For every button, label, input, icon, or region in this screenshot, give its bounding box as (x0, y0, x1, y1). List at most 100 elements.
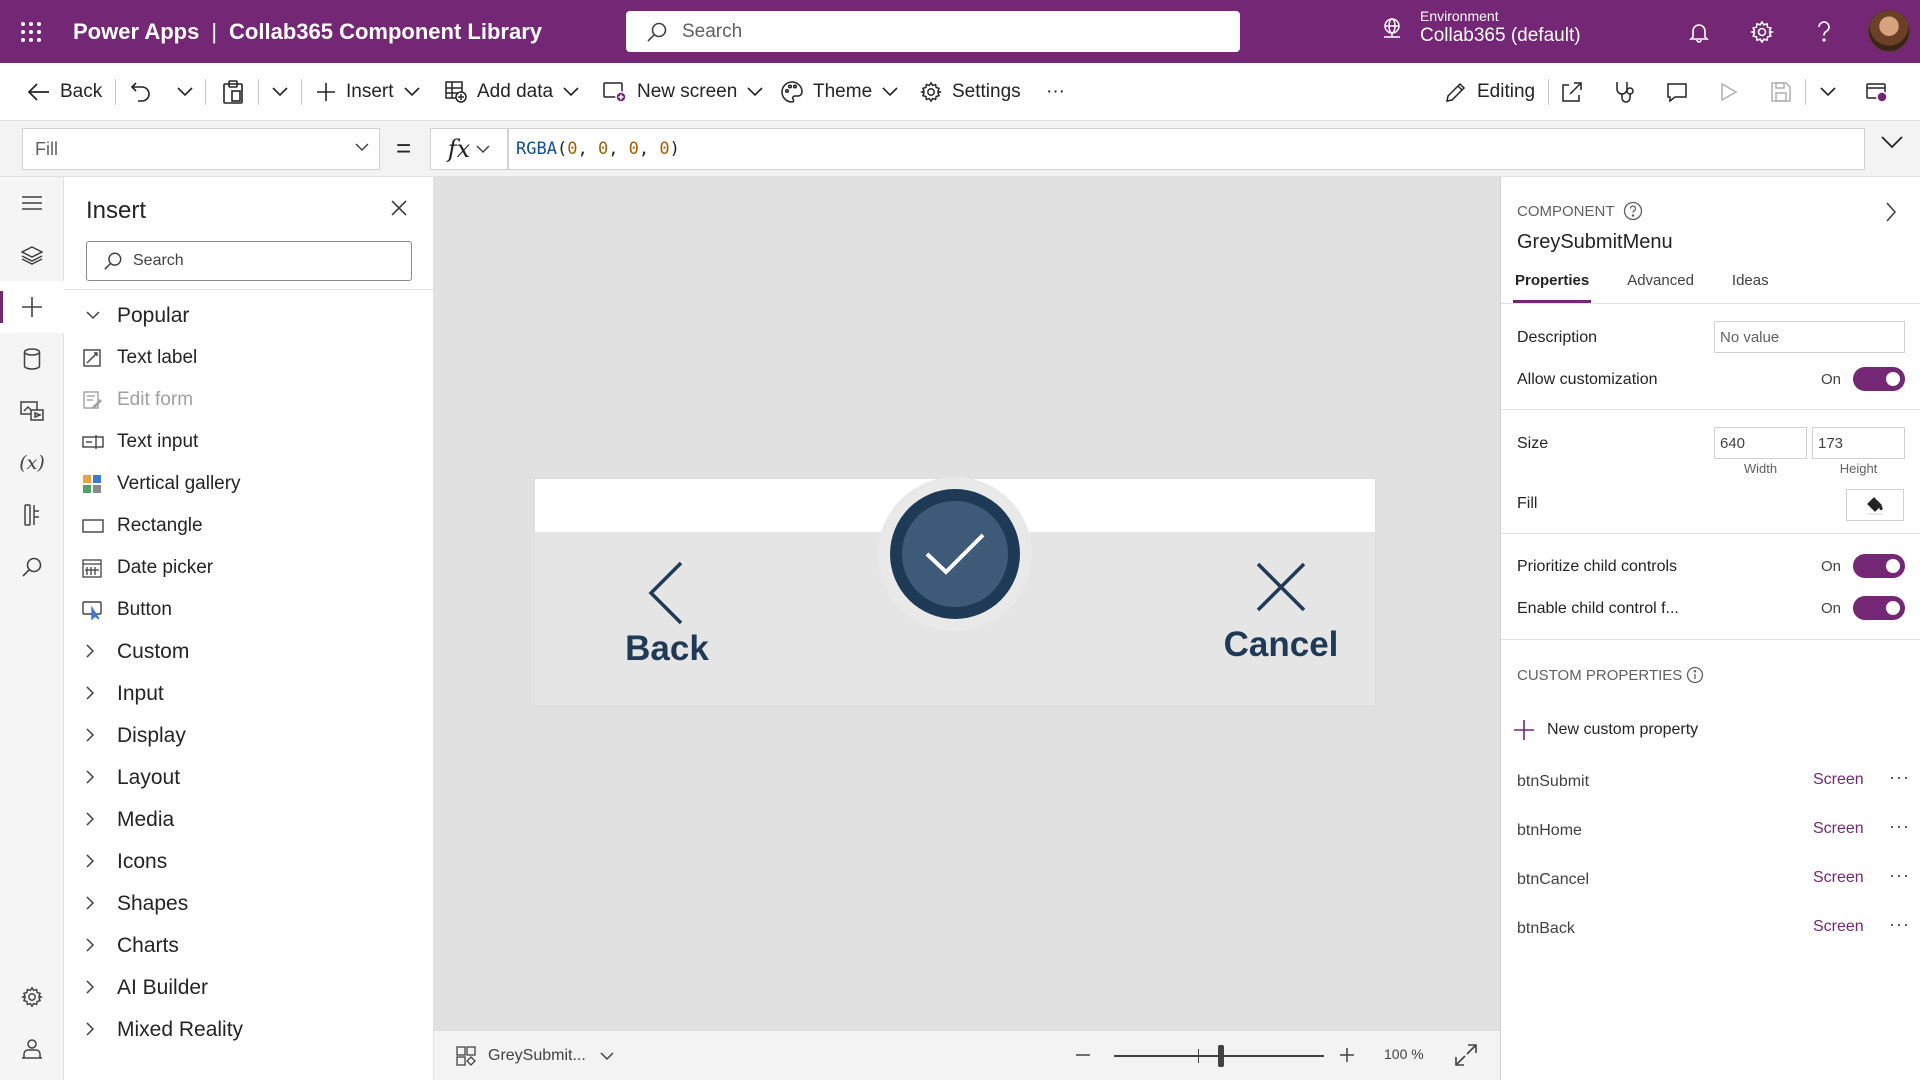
formula-input[interactable]: RGBA(0, 0, 0, 0) (508, 128, 1865, 170)
add-data-button[interactable]: Add data (445, 63, 579, 121)
category-shapes[interactable]: Shapes (64, 883, 434, 925)
component-submit-button[interactable] (890, 489, 1020, 619)
comments-button[interactable] (1666, 63, 1688, 121)
play-button[interactable] (1720, 63, 1738, 121)
bell-icon[interactable] (1683, 16, 1715, 48)
component-cancel-button[interactable]: Cancel (1221, 561, 1341, 665)
custom-property-row[interactable]: btnSubmit Screen ··· (1501, 763, 1920, 803)
custom-property-type[interactable]: Screen (1813, 918, 1864, 936)
insert-item-text-input[interactable]: Text input (64, 421, 434, 463)
insert-button[interactable]: Insert (316, 63, 420, 121)
publish-button[interactable] (1866, 63, 1888, 121)
custom-property-type[interactable]: Screen (1813, 820, 1864, 838)
insert-item-vertical-gallery[interactable]: Vertical gallery (64, 463, 434, 505)
gear-icon[interactable] (1746, 16, 1778, 48)
design-canvas[interactable]: Back Cancel (434, 177, 1500, 1030)
category-charts[interactable]: Charts (64, 925, 434, 967)
fit-to-window-button[interactable] (1454, 1043, 1478, 1067)
more-options-button[interactable]: ··· (1889, 767, 1910, 788)
component-back-button[interactable]: Back (617, 561, 717, 669)
category-input[interactable]: Input (64, 673, 434, 715)
selected-kind-label: COMPONENT (1517, 202, 1615, 220)
category-ai-builder[interactable]: AI Builder (64, 967, 434, 1009)
collapse-pane-button[interactable] (1885, 201, 1897, 223)
tab-ideas[interactable]: Ideas (1730, 267, 1771, 303)
selected-component-name: GreySubmitMenu (1517, 231, 1673, 253)
media-icon[interactable] (0, 385, 64, 437)
zoom-in-button[interactable] (1338, 1045, 1356, 1065)
insert-item-edit-form[interactable]: Edit form (64, 379, 434, 421)
hamburger-icon[interactable] (0, 177, 64, 229)
allow-customization-toggle[interactable] (1853, 367, 1905, 391)
custom-property-type[interactable]: Screen (1813, 869, 1864, 887)
enable-child-toggle[interactable] (1853, 596, 1905, 620)
property-dropdown[interactable]: Fill (22, 128, 380, 170)
layers-icon[interactable] (0, 229, 64, 281)
more-options-button[interactable]: ··· (1889, 865, 1910, 886)
share-button[interactable] (1561, 63, 1583, 121)
zoom-slider-thumb[interactable] (1218, 1045, 1224, 1067)
category-media[interactable]: Media (64, 799, 434, 841)
database-icon[interactable] (0, 333, 64, 385)
back-button[interactable]: Back (28, 63, 102, 121)
height-input[interactable]: 173 (1812, 427, 1905, 459)
tab-properties[interactable]: Properties (1513, 267, 1592, 303)
custom-property-row[interactable]: btnBack Screen ··· (1501, 910, 1920, 950)
insert-item-rectangle[interactable]: Rectangle (64, 505, 434, 547)
save-options-dropdown[interactable] (1820, 63, 1836, 121)
screen-selector[interactable]: GreySubmit... (456, 1031, 614, 1080)
save-button[interactable] (1771, 63, 1791, 121)
category-display[interactable]: Display (64, 715, 434, 757)
more-commands-button[interactable]: ··· (1046, 63, 1065, 121)
variables-icon[interactable]: (x) (0, 437, 64, 489)
width-input[interactable]: 640 (1714, 427, 1807, 459)
app-launcher-icon[interactable] (0, 0, 62, 63)
custom-property-row[interactable]: btnCancel Screen ··· (1501, 861, 1920, 901)
category-custom[interactable]: Custom (64, 631, 434, 673)
tools-icon[interactable] (0, 489, 64, 541)
paste-button[interactable] (222, 63, 244, 121)
more-options-button[interactable]: ··· (1889, 914, 1910, 935)
width-caption: Width (1743, 461, 1778, 476)
expand-formula-button[interactable] (1880, 135, 1904, 149)
info-icon[interactable] (1686, 666, 1704, 684)
theme-button[interactable]: Theme (781, 63, 898, 121)
function-picker[interactable]: fx (430, 128, 508, 170)
search-icon[interactable] (0, 541, 64, 593)
category-icons[interactable]: Icons (64, 841, 434, 883)
category-popular[interactable]: Popular (64, 295, 434, 337)
settings-button[interactable]: Settings (920, 63, 1021, 121)
custom-property-row[interactable]: btnHome Screen ··· (1501, 812, 1920, 852)
avatar[interactable] (1868, 10, 1910, 52)
paste-dropdown[interactable] (272, 63, 288, 121)
editing-button[interactable]: Editing (1445, 63, 1535, 121)
insert-search-input[interactable]: Search (86, 241, 412, 281)
app-checker-button[interactable] (1614, 63, 1636, 121)
new-custom-property-button[interactable]: New custom property (1513, 719, 1698, 741)
help-circle-icon[interactable] (1623, 201, 1643, 221)
category-layout[interactable]: Layout (64, 757, 434, 799)
tab-advanced[interactable]: Advanced (1625, 267, 1696, 303)
plus-icon[interactable] (0, 281, 64, 333)
insert-item-date-picker[interactable]: Date picker (64, 547, 434, 589)
close-icon[interactable] (390, 199, 408, 217)
undo-dropdown[interactable] (177, 63, 193, 121)
custom-property-type[interactable]: Screen (1813, 771, 1864, 789)
prioritize-child-toggle[interactable] (1853, 554, 1905, 578)
settings-icon[interactable] (0, 971, 64, 1023)
insert-item-text-label[interactable]: Text label (64, 337, 434, 379)
environment-picker[interactable]: Environment Collab365 (default) (1380, 8, 1581, 48)
global-search-box[interactable]: Search (626, 11, 1240, 52)
category-mixed-reality[interactable]: Mixed Reality (64, 1009, 434, 1051)
grey-submit-menu-component[interactable]: Back Cancel (535, 477, 1375, 706)
more-options-button[interactable]: ··· (1889, 816, 1910, 837)
insert-item-button[interactable]: Button (64, 589, 434, 631)
virtual-agent-icon[interactable] (0, 1023, 64, 1075)
undo-button[interactable] (130, 63, 152, 121)
app-name[interactable]: Power Apps (73, 19, 199, 45)
new-screen-button[interactable]: New screen (603, 63, 763, 121)
description-input[interactable]: No value (1714, 321, 1905, 353)
zoom-out-button[interactable] (1074, 1045, 1092, 1065)
fill-color-picker[interactable] (1846, 489, 1904, 521)
help-icon[interactable] (1808, 16, 1840, 48)
